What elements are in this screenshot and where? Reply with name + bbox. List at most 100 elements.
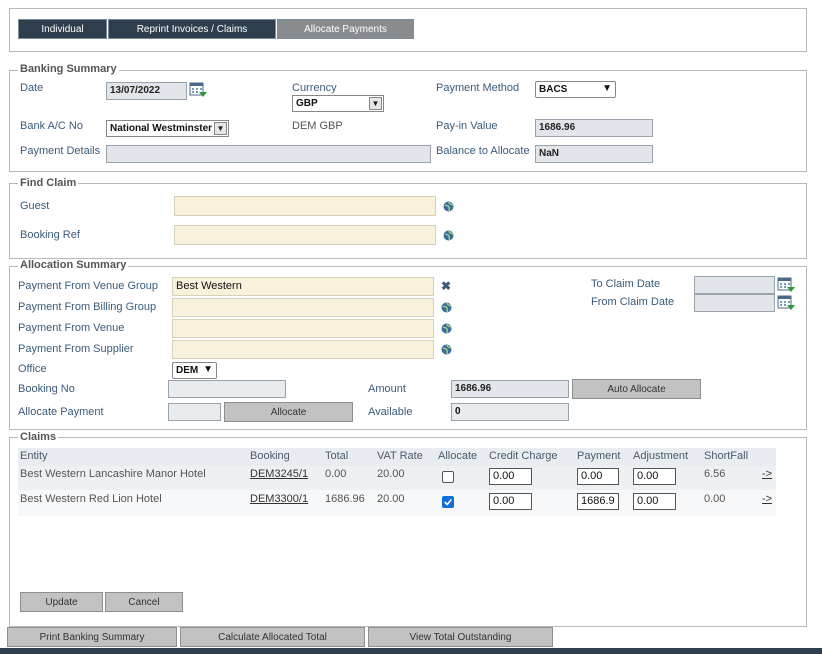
venue-group-label: Payment From Venue Group — [18, 280, 159, 292]
row-credit-charge-input[interactable]: 0.00 — [489, 468, 532, 485]
auto-allocate-button[interactable]: Auto Allocate — [572, 379, 701, 399]
office-select[interactable]: DEM ▼ — [172, 362, 217, 379]
row-entity: Best Western Red Lion Hotel — [20, 493, 162, 505]
supplier-input[interactable] — [172, 340, 434, 359]
row-adjustment-input[interactable]: 0.00 — [633, 493, 676, 510]
currency-label: Currency — [292, 82, 337, 94]
available-input: 0 — [451, 403, 569, 421]
payment-method-select[interactable]: BACS ▼ — [535, 81, 616, 98]
billing-group-label: Payment From Billing Group — [18, 301, 157, 313]
from-claim-date-input[interactable] — [694, 294, 775, 312]
booking-no-input[interactable] — [168, 380, 286, 398]
globe-search-icon[interactable] — [443, 230, 454, 241]
chevron-down-icon: ▼ — [602, 83, 612, 94]
date-label: Date — [20, 82, 44, 94]
allocate-payment-label: Allocate Payment — [18, 406, 104, 418]
office-label: Office — [18, 363, 47, 375]
row-shortfall: 6.56 — [704, 468, 726, 480]
calendar-icon[interactable] — [777, 295, 795, 311]
allocate-payment-input[interactable] — [168, 403, 221, 421]
office-select-value: DEM — [176, 365, 199, 376]
chevron-down-icon: ▼ — [214, 122, 227, 135]
allocation-summary-legend: Allocation Summary — [18, 259, 129, 271]
row-adjustment-input[interactable]: 0.00 — [633, 468, 676, 485]
row-vat: 20.00 — [377, 468, 405, 480]
tab-allocate-payments[interactable]: Allocate Payments — [277, 19, 414, 39]
row-payment-input[interactable]: 0.00 — [577, 468, 619, 485]
booking-no-label: Booking No — [18, 383, 75, 395]
venue-label: Payment From Venue — [18, 322, 125, 334]
row-credit-charge-input[interactable]: 0.00 — [489, 493, 532, 510]
col-entity: Entity — [20, 450, 48, 462]
payment-method-select-value: BACS — [539, 84, 568, 95]
globe-search-icon[interactable] — [443, 201, 454, 212]
guest-label: Guest — [20, 200, 50, 212]
date-input[interactable]: 13/07/2022 — [106, 82, 187, 100]
find-claim-panel — [9, 183, 807, 259]
to-claim-date-input[interactable] — [694, 276, 775, 294]
booking-ref-label: Booking Ref — [20, 229, 80, 241]
chevron-down-icon: ▼ — [369, 97, 382, 110]
booking-ref-input[interactable] — [174, 225, 436, 245]
banking-summary-legend: Banking Summary — [18, 63, 119, 75]
col-total: Total — [325, 450, 349, 462]
supplier-label: Payment From Supplier — [18, 343, 134, 355]
venue-group-input[interactable]: Best Western — [172, 277, 434, 296]
globe-search-icon[interactable] — [441, 344, 452, 355]
view-total-outstanding-button[interactable]: View Total Outstanding — [368, 627, 553, 647]
payment-details-input[interactable] — [106, 145, 431, 163]
payin-value-label: Pay-in Value — [436, 120, 498, 132]
guest-input[interactable] — [174, 196, 436, 216]
bank-ac-select[interactable]: National Westminster ▼ — [106, 120, 229, 137]
col-credit-charge: Credit Charge — [489, 450, 558, 462]
globe-search-icon[interactable] — [441, 323, 452, 334]
row-detail-link[interactable]: -> — [762, 468, 772, 481]
footer-bar — [0, 648, 822, 654]
row-total: 1686.96 — [325, 493, 365, 505]
col-payment: Payment — [577, 450, 621, 462]
calendar-icon[interactable] — [189, 82, 207, 98]
available-label: Available — [368, 406, 413, 418]
amount-label: Amount — [368, 383, 406, 395]
payin-value-input[interactable]: 1686.96 — [535, 119, 653, 137]
row-shortfall: 0.00 — [704, 493, 726, 505]
balance-to-allocate-label: Balance to Allocate — [436, 145, 530, 157]
row-detail-link[interactable]: -> — [762, 493, 772, 506]
calculate-allocated-total-button[interactable]: Calculate Allocated Total — [180, 627, 365, 647]
to-claim-date-label: To Claim Date — [591, 278, 661, 290]
row-booking-link[interactable]: DEM3300/1 — [250, 493, 308, 506]
bank-ac-label: Bank A/C No — [20, 120, 83, 132]
row-total: 0.00 — [325, 468, 347, 480]
payment-details-label: Payment Details — [20, 145, 101, 157]
row-vat: 20.00 — [377, 493, 405, 505]
clear-icon[interactable]: ✖ — [441, 279, 451, 293]
chevron-down-icon: ▼ — [203, 364, 213, 375]
col-vat-rate: VAT Rate — [377, 450, 423, 462]
tab-reprint-invoices-claims[interactable]: Reprint Invoices / Claims — [108, 19, 276, 39]
print-banking-summary-button[interactable]: Print Banking Summary — [7, 627, 177, 647]
row-allocate-checkbox[interactable] — [442, 496, 454, 508]
tab-individual[interactable]: Individual — [18, 19, 107, 39]
claims-legend: Claims — [18, 431, 59, 443]
venue-input[interactable] — [172, 319, 434, 338]
row-payment-input[interactable]: 1686.9 — [577, 493, 619, 510]
billing-group-input[interactable] — [172, 298, 434, 317]
find-claim-legend: Find Claim — [18, 177, 79, 189]
bank-currency-text: DEM GBP — [292, 120, 343, 132]
checkmark-icon — [444, 498, 452, 506]
col-shortfall: ShortFall — [704, 450, 749, 462]
row-entity: Best Western Lancashire Manor Hotel — [20, 468, 206, 480]
row-allocate-checkbox[interactable] — [442, 471, 454, 483]
amount-input: 1686.96 — [451, 380, 569, 398]
currency-select[interactable]: GBP ▼ — [292, 95, 384, 112]
row-booking-link[interactable]: DEM3245/1 — [250, 468, 308, 481]
update-button[interactable]: Update — [20, 592, 103, 612]
from-claim-date-label: From Claim Date — [591, 296, 675, 308]
col-adjustment: Adjustment — [633, 450, 689, 462]
payment-method-label: Payment Method — [436, 82, 520, 94]
cancel-button[interactable]: Cancel — [105, 592, 183, 612]
calendar-icon[interactable] — [777, 277, 795, 293]
globe-search-icon[interactable] — [441, 302, 452, 313]
allocate-button[interactable]: Allocate — [224, 402, 353, 422]
col-booking: Booking — [250, 450, 290, 462]
